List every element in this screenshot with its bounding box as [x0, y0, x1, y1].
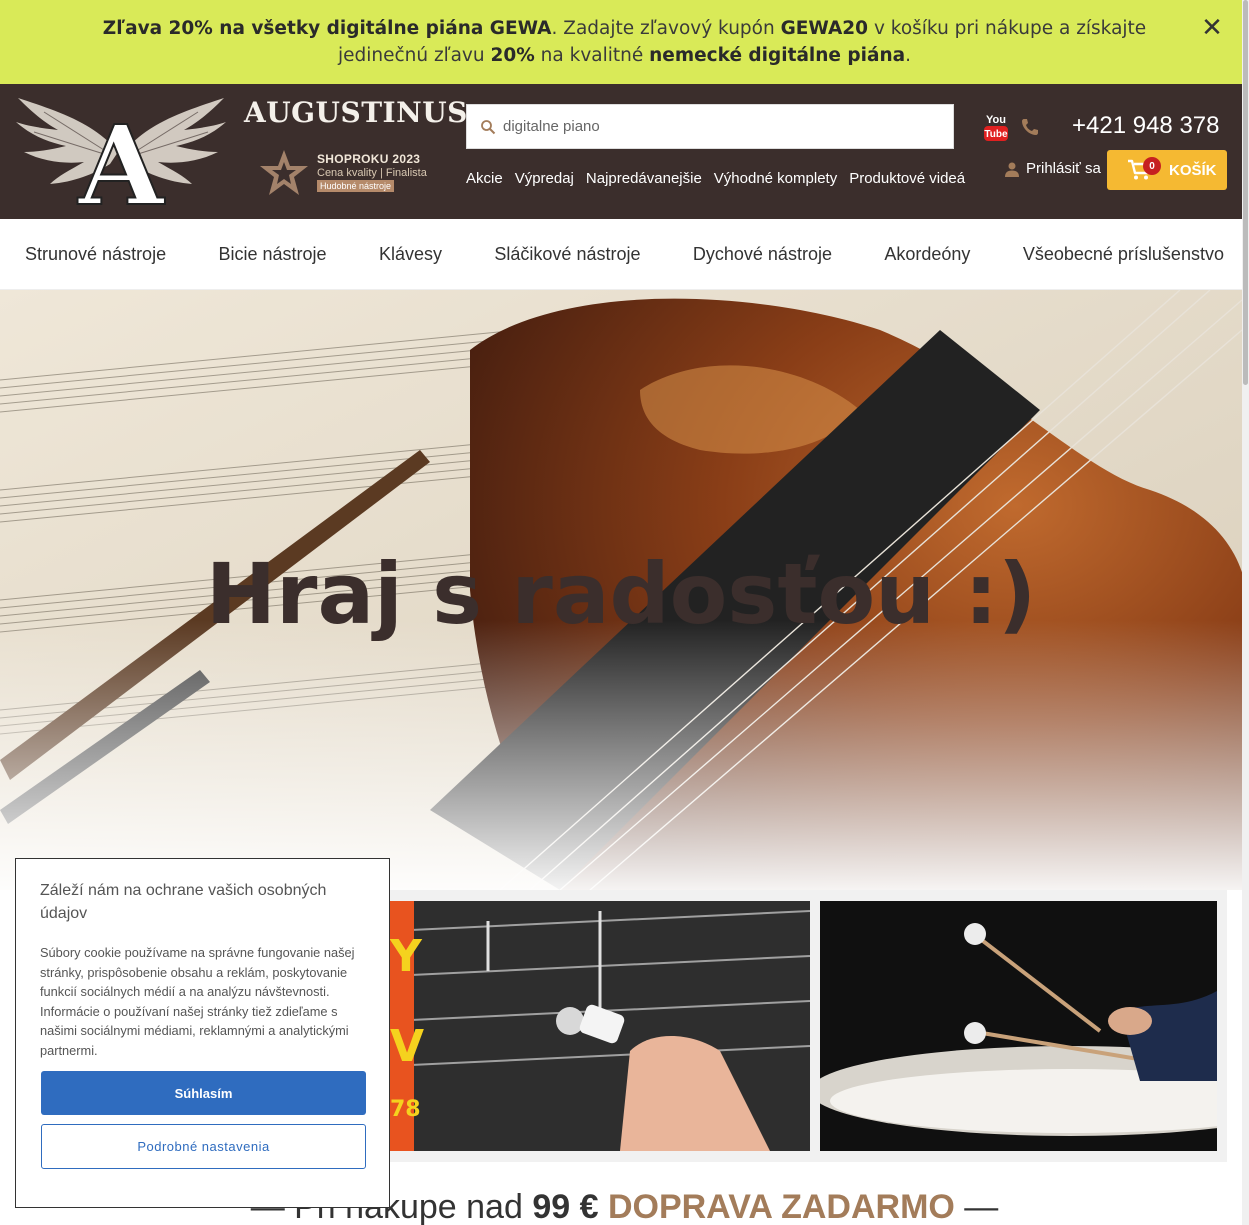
banner-music-lessons[interactable]: Y V 78 [390, 901, 810, 1151]
hero-banner: Hraj s radosťou :) [0, 290, 1242, 890]
quicklink-akcie[interactable]: Akcie [466, 170, 503, 187]
promo-highlight: nemecké digitálne piána [649, 45, 906, 66]
promo-text-part: . [905, 45, 912, 66]
quicklink-produktove-videa[interactable]: Produktové videá [849, 170, 965, 187]
search-input[interactable] [503, 105, 953, 148]
promo-highlight: Zľava 20% na všetky digitálne piána GEWA [102, 18, 552, 39]
award-tag: Hudobné nástroje [317, 180, 395, 192]
phone-icon [1022, 119, 1038, 135]
category-dychove-nastroje[interactable]: Dychové nástroje [693, 244, 832, 265]
banner-fragment-78: 78 [390, 1097, 421, 1122]
promo-coupon-code: GEWA20 [780, 18, 869, 39]
category-strunove-nastroje[interactable]: Strunové nástroje [25, 244, 166, 265]
cookie-accept-button[interactable]: Súhlasím [41, 1071, 366, 1115]
scrollbar-thumb[interactable] [1243, 0, 1248, 385]
shipping-amount: 99 € [532, 1188, 599, 1225]
shipping-free: DOPRAVA ZADARMO [607, 1188, 955, 1225]
youtube-you: You [986, 114, 1006, 126]
banner-fragment-y: Y [390, 931, 423, 982]
chalkboard-image: Y V 78 [390, 901, 810, 1151]
promo-text-part: na kvalitné [534, 45, 650, 66]
promo-text-part: . Zadajte zľavový kupón [551, 18, 781, 39]
category-bicie-nastroje[interactable]: Bicie nástroje [219, 244, 327, 265]
shoproku-award: SHOPROKU 2023 Cena kvality | Finalista H… [258, 148, 448, 198]
quicklink-vyhodne-komplety[interactable]: Výhodné komplety [714, 170, 837, 187]
brand-name[interactable]: AUGUSTINUS [244, 96, 468, 129]
cart-label: KOŠÍK [1169, 161, 1217, 179]
promo-discount: 20% [490, 45, 535, 66]
quicklink-najpredavanejsie[interactable]: Najpredávanejšie [586, 170, 702, 187]
close-icon[interactable]: ✕ [1199, 14, 1225, 40]
cookie-settings-button[interactable]: Podrobné nastavenia [41, 1124, 366, 1169]
category-slacikove-nastroje[interactable]: Sláčikové nástroje [494, 244, 640, 265]
star-badge-icon [260, 150, 308, 195]
quicklinks: Akcie Výpredaj Najpredávanejšie Výhodné … [466, 170, 965, 187]
youtube-tube: Tube [984, 129, 1008, 140]
cookie-body: Súbory cookie používame na správne fungo… [40, 945, 355, 1058]
award-subtitle: Cena kvality | Finalista [317, 167, 427, 179]
page-scrollbar[interactable] [1242, 0, 1249, 1225]
promo-bar: Zľava 20% na všetky digitálne piána GEWA… [0, 0, 1249, 84]
hero-title: Hraj s radosťou :) [205, 545, 1037, 643]
site-header: A AUGUSTINUS SHOPROKU 2023 Cena kvality … [0, 84, 1249, 219]
cookie-consent-modal: Záleží nám na ochrane vašich osobných úd… [15, 858, 390, 1208]
login-label: Prihlásiť sa [1026, 160, 1101, 177]
drum-image [820, 901, 1217, 1151]
search-icon[interactable] [473, 119, 503, 135]
user-icon [1005, 162, 1019, 177]
category-nav: Strunové nástroje Bicie nástroje Klávesy… [0, 219, 1249, 290]
category-vseobecne-prislusenstvo[interactable]: Všeobecné príslušenstvo [1023, 244, 1224, 265]
logo-icon[interactable]: A [14, 92, 228, 214]
quicklink-vypredaj[interactable]: Výpredaj [515, 170, 574, 187]
logo-letter: A [77, 101, 165, 214]
login-link[interactable]: Prihlásiť sa [1004, 160, 1101, 177]
category-klavesy[interactable]: Klávesy [379, 244, 442, 265]
banner-drums[interactable] [820, 901, 1217, 1151]
category-akordeony[interactable]: Akordeóny [884, 244, 970, 265]
banner-fragment-v: V [390, 1021, 424, 1072]
phone-number[interactable]: +421 948 378 [1072, 112, 1219, 140]
cart-count-badge: 0 [1143, 157, 1161, 175]
promo-text: Zľava 20% na všetky digitálne piána GEWA… [70, 15, 1179, 69]
youtube-icon[interactable]: You Tube [984, 112, 1008, 142]
shipping-suffix: — [954, 1188, 999, 1225]
cookie-title: Záleží nám na ochrane vašich osobných úd… [40, 882, 327, 922]
cart-button[interactable]: 0 KOŠÍK [1107, 150, 1227, 190]
search-box [466, 104, 954, 149]
award-title: SHOPROKU 2023 [317, 152, 421, 166]
